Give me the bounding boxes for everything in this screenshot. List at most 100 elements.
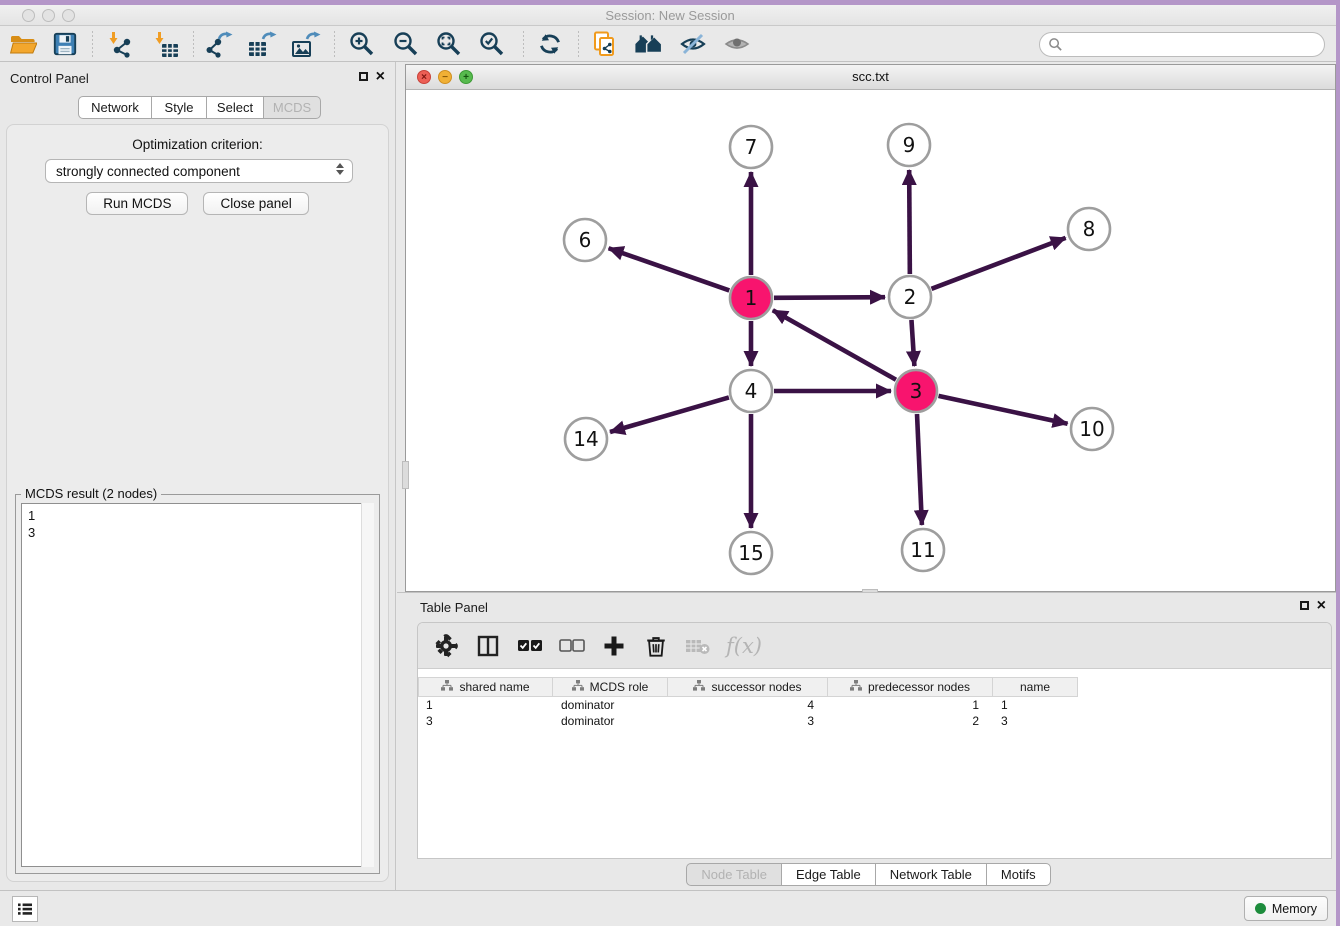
graph-node-2[interactable]: 2 (889, 276, 931, 318)
tab-network[interactable]: Network (78, 96, 152, 119)
table-panel: Table Panel × (397, 592, 1340, 890)
memory-button[interactable]: Memory (1244, 896, 1328, 921)
graph-edge-2-3[interactable] (911, 320, 914, 366)
table-cell[interactable]: 1 (993, 697, 1078, 713)
clone-network-icon[interactable] (590, 29, 620, 59)
graph-node-3[interactable]: 3 (895, 370, 937, 412)
graph-edge-3-11[interactable] (917, 414, 922, 525)
split-view-icon[interactable] (474, 632, 502, 660)
table-cell[interactable]: 2 (828, 713, 993, 729)
table-cell[interactable]: dominator (553, 713, 668, 729)
graph-edge-2-9[interactable] (909, 170, 910, 274)
graph-edge-3-1[interactable] (773, 310, 896, 379)
float-panel-icon[interactable] (1300, 601, 1309, 610)
column-header-successor-nodes[interactable]: successor nodes (668, 677, 828, 697)
tab-network-table[interactable]: Network Table (875, 863, 987, 886)
tab-mcds[interactable]: MCDS (263, 96, 321, 119)
tab-style[interactable]: Style (151, 96, 207, 119)
export-image-icon[interactable] (291, 29, 321, 59)
zoom-in-icon[interactable] (347, 29, 377, 59)
graph-node-14[interactable]: 14 (565, 418, 607, 460)
zoom-out-icon[interactable] (391, 29, 421, 59)
network-canvas[interactable]: 7 9 6 8 1 2 4 3 14 10 15 11 (406, 90, 1335, 591)
deselect-all-icon[interactable] (558, 632, 586, 660)
select-all-icon[interactable] (516, 632, 544, 660)
table-cell[interactable]: dominator (553, 697, 668, 713)
column-type-icon (693, 680, 705, 694)
window-titlebar: Session: New Session (0, 5, 1340, 26)
table-cell[interactable]: 1 (418, 697, 553, 713)
graph-node-11[interactable]: 11 (902, 529, 944, 571)
graph-node-7[interactable]: 7 (730, 126, 772, 168)
graph-edge-1-2[interactable] (774, 297, 885, 298)
close-panel-icon[interactable]: × (376, 71, 385, 82)
search-field[interactable] (1039, 32, 1325, 57)
svg-text:6: 6 (579, 228, 592, 252)
search-input[interactable] (1063, 37, 1324, 52)
table-cell[interactable]: 3 (993, 713, 1078, 729)
table-settings-icon[interactable] (432, 632, 460, 660)
column-header-label: name (1020, 680, 1050, 694)
open-session-icon[interactable] (8, 29, 38, 59)
task-history-button[interactable] (12, 896, 38, 922)
network-view-frame: × − + scc.txt 7 9 6 8 1 2 4 3 14 10 15 11 (405, 64, 1336, 592)
export-network-icon[interactable] (204, 29, 234, 59)
criterion-dropdown[interactable]: strongly connected component (45, 159, 353, 183)
table-row[interactable]: 1dominator411 (418, 697, 1331, 713)
status-bar: Memory (0, 890, 1340, 926)
graph-node-6[interactable]: 6 (564, 219, 606, 261)
graph-node-10[interactable]: 10 (1071, 408, 1113, 450)
hide-eye-icon[interactable] (678, 29, 708, 59)
graph-node-1[interactable]: 1 (730, 277, 772, 319)
close-panel-button[interactable]: Close panel (203, 192, 308, 215)
delete-column-icon[interactable] (642, 632, 670, 660)
table-header-row: shared nameMCDS rolesuccessor nodesprede… (418, 677, 1331, 697)
tab-motifs[interactable]: Motifs (986, 863, 1051, 886)
svg-text:4: 4 (745, 379, 758, 403)
graph-edge-3-10[interactable] (938, 396, 1067, 424)
result-scrollbar[interactable] (361, 503, 374, 867)
table-row[interactable]: 3dominator323 (418, 713, 1331, 729)
toolbar-separator (334, 31, 335, 57)
column-header-MCDS-role[interactable]: MCDS role (553, 677, 668, 697)
tab-select[interactable]: Select (206, 96, 264, 119)
toolbar-separator (578, 31, 579, 57)
home-icon[interactable] (634, 29, 664, 59)
tab-edge-table[interactable]: Edge Table (781, 863, 876, 886)
table-cell[interactable]: 3 (668, 713, 828, 729)
import-network-icon[interactable] (104, 29, 134, 59)
search-icon (1048, 37, 1063, 52)
graph-edge-1-6[interactable] (609, 248, 730, 290)
show-eye-icon[interactable] (722, 29, 752, 59)
optimization-criterion-label: Optimization criterion: (7, 137, 388, 152)
save-session-icon[interactable] (50, 29, 80, 59)
network-frame-title: scc.txt (406, 69, 1335, 84)
delete-table-icon[interactable] (684, 632, 712, 660)
export-table-icon[interactable] (247, 29, 277, 59)
zoom-fit-icon[interactable] (434, 29, 464, 59)
zoom-selected-icon[interactable] (477, 29, 507, 59)
graph-node-15[interactable]: 15 (730, 532, 772, 574)
column-header-predecessor-nodes[interactable]: predecessor nodes (828, 677, 993, 697)
tab-node-table[interactable]: Node Table (686, 863, 782, 886)
add-column-icon[interactable] (600, 632, 628, 660)
refresh-icon[interactable] (535, 29, 565, 59)
graph-node-8[interactable]: 8 (1068, 208, 1110, 250)
network-frame-titlebar[interactable]: × − + scc.txt (406, 65, 1335, 90)
column-header-name[interactable]: name (993, 677, 1078, 697)
mcds-result-textarea[interactable]: 1 3 (21, 503, 374, 867)
graph-edge-2-8[interactable] (932, 238, 1066, 289)
function-builder-icon[interactable]: f(x) (726, 634, 762, 658)
graph-node-4[interactable]: 4 (730, 370, 772, 412)
column-header-shared-name[interactable]: shared name (418, 677, 553, 697)
graph-node-9[interactable]: 9 (888, 124, 930, 166)
split-divider-handle[interactable] (402, 461, 409, 489)
float-panel-icon[interactable] (359, 72, 368, 81)
table-cell[interactable]: 4 (668, 697, 828, 713)
graph-edge-4-14[interactable] (610, 397, 729, 432)
close-panel-icon[interactable]: × (1317, 600, 1326, 611)
table-cell[interactable]: 3 (418, 713, 553, 729)
import-table-icon[interactable] (150, 29, 180, 59)
run-mcds-button[interactable]: Run MCDS (86, 192, 188, 215)
table-cell[interactable]: 1 (828, 697, 993, 713)
